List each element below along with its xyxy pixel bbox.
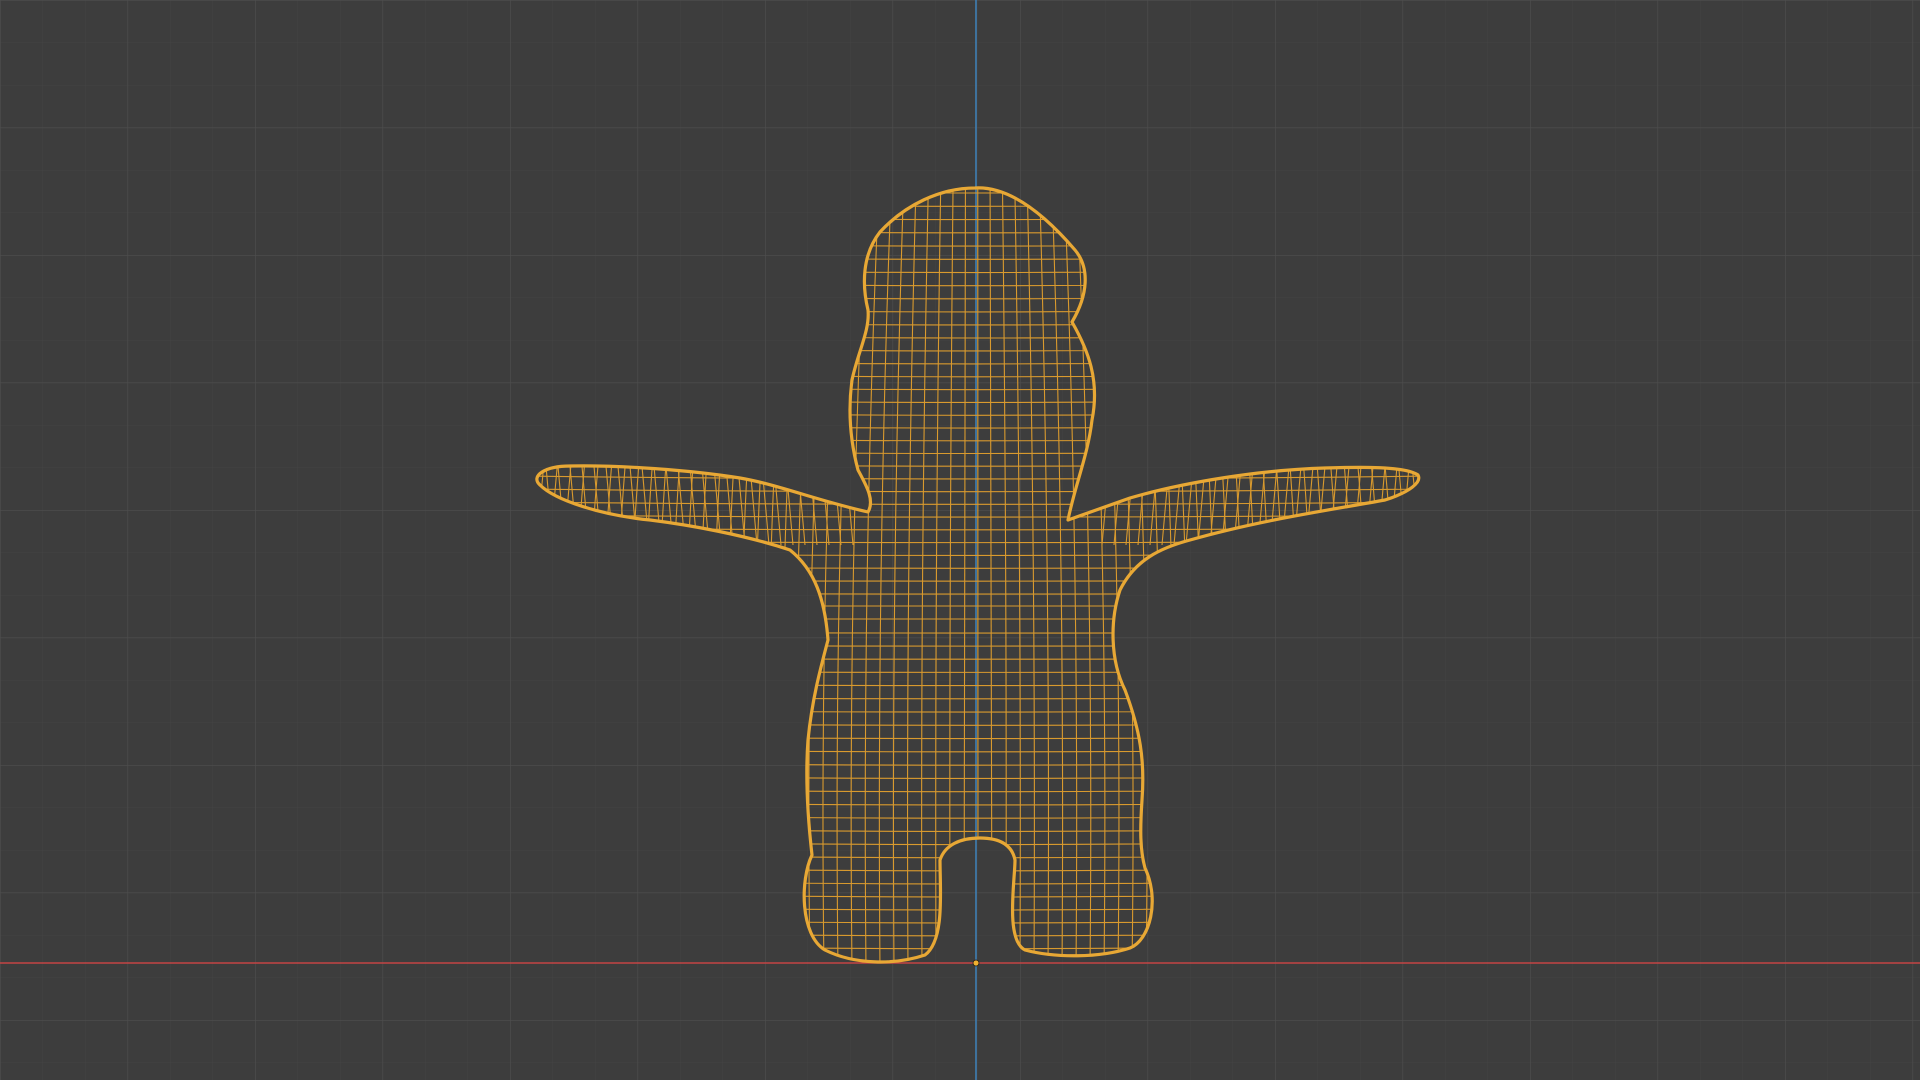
viewport-canvas[interactable] (0, 0, 1920, 1080)
viewport-grid-major (0, 0, 1920, 1080)
3d-viewport[interactable] (0, 0, 1920, 1080)
object-origin-dot (972, 959, 980, 967)
